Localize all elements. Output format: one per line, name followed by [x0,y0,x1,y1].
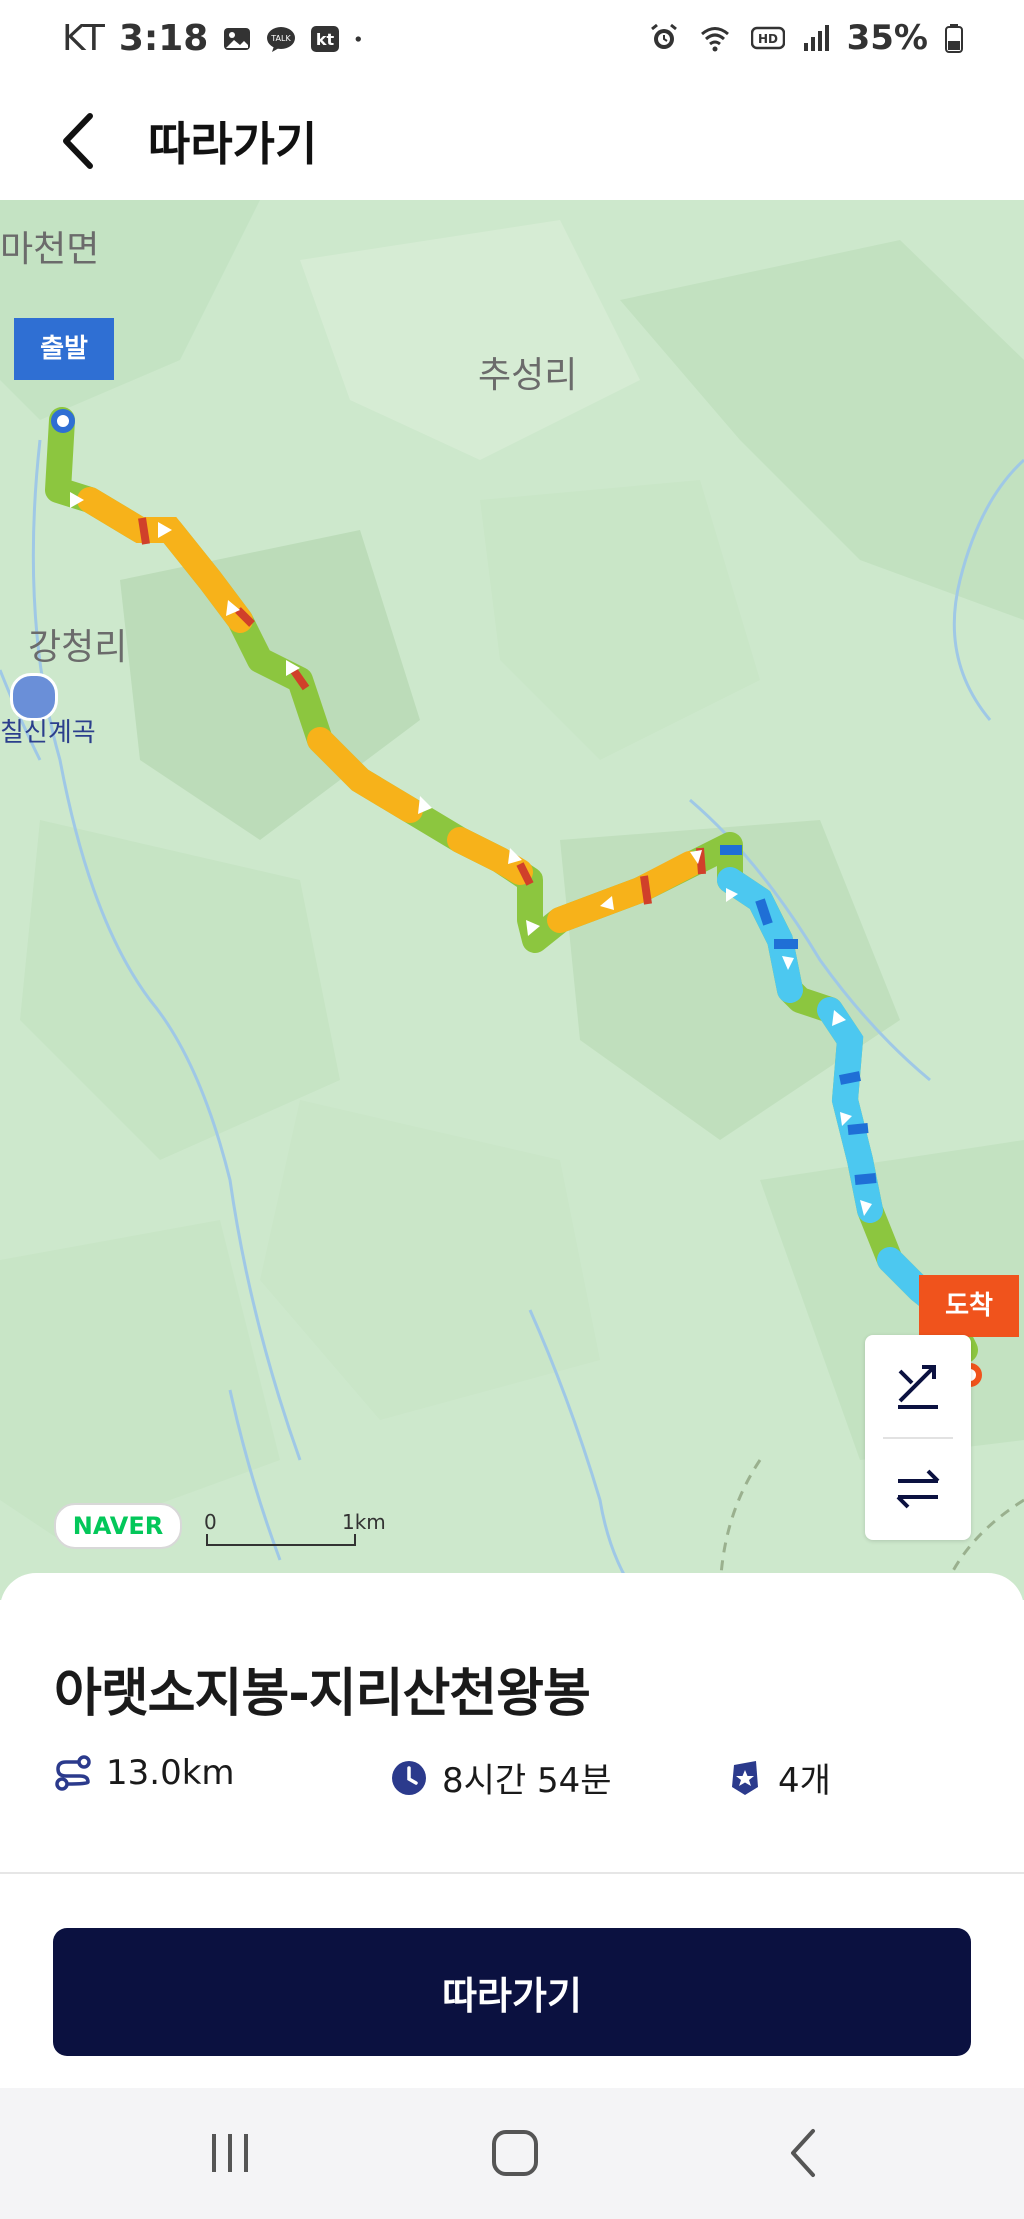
chevron-left-icon [63,113,93,169]
recent-apps-button[interactable] [170,2118,290,2188]
stat-duration: 8시간 54분 [390,1753,612,1802]
battery-percent: 35% [846,18,928,58]
route-distance-icon [55,1755,91,1791]
badge-icon [732,1760,758,1795]
kt-text: kt [316,30,335,49]
place-label-valley: 칠신계곡 [0,718,96,748]
place-label-macheon: 마천면 [0,229,100,270]
clock: 3:18 [118,18,209,59]
start-marker[interactable]: 출발 [14,318,114,380]
slope-toggle-icon [898,1365,938,1409]
swap-direction-button[interactable] [865,1439,971,1539]
gallery-icon [224,27,251,50]
naver-logo: NAVER [54,1503,182,1549]
distance-value: 13.0km [106,1753,235,1793]
status-bar: KT 3:18 TALK kt HD 35% [0,0,1024,80]
back-button[interactable] [52,106,112,176]
signal-icon [803,25,829,51]
dot-icon [355,35,362,42]
duration-value: 8시간 54분 [442,1761,612,1801]
nav-back-button[interactable] [745,2118,865,2188]
back-icon [791,2129,815,2177]
app-header: 따라가기 [0,80,1024,200]
stat-distance: 13.0km [54,1753,235,1793]
page-title: 따라가기 [148,117,318,171]
swap-direction-icon [896,1469,940,1509]
count-value: 4개 [778,1761,831,1801]
map-controls [865,1335,971,1540]
status-right: HD 35% [649,18,964,58]
recent-apps-icon [212,2134,248,2172]
slope-toggle-button[interactable] [865,1335,971,1435]
end-marker[interactable]: 도착 [919,1275,1019,1337]
scale-start: 0 [204,1510,217,1534]
map-scale: 0 1km [204,1510,386,1554]
scale-end: 1km [342,1510,386,1534]
carrier: KT [62,18,105,59]
wifi-icon [700,27,729,52]
map-view[interactable]: 마천면 추성리 강청리 칠신계곡 출발 도착 NAVER 0 1km [0,200,1024,1600]
kt-icon: kt [311,25,340,52]
sheet-divider [0,1872,1024,1874]
route-title: 아랫소지봉-지리산천왕봉 [54,1664,591,1724]
stat-count: 4개 [726,1753,831,1802]
alarm-icon [650,23,677,49]
place-label-gangcheong: 강청리 [28,627,128,668]
home-icon [492,2130,538,2176]
status-left: KT 3:18 TALK kt [62,18,370,59]
system-nav-bar [0,2088,1024,2219]
battery-icon [945,24,963,53]
route-info-sheet: 아랫소지봉-지리산천왕봉 13.0km 8시간 54분 4개 [0,1573,1024,1873]
follow-button[interactable]: 따라가기 [53,1928,971,2056]
home-button[interactable] [455,2118,575,2188]
clock-icon [392,1760,426,1795]
talk-text: TALK [271,34,292,43]
hd-text: HD [758,32,778,46]
kakaotalk-icon: TALK [267,26,296,52]
place-label-chuseong: 추성리 [478,355,578,396]
scale-bar [206,1534,356,1546]
hd-icon: HD [750,26,785,50]
